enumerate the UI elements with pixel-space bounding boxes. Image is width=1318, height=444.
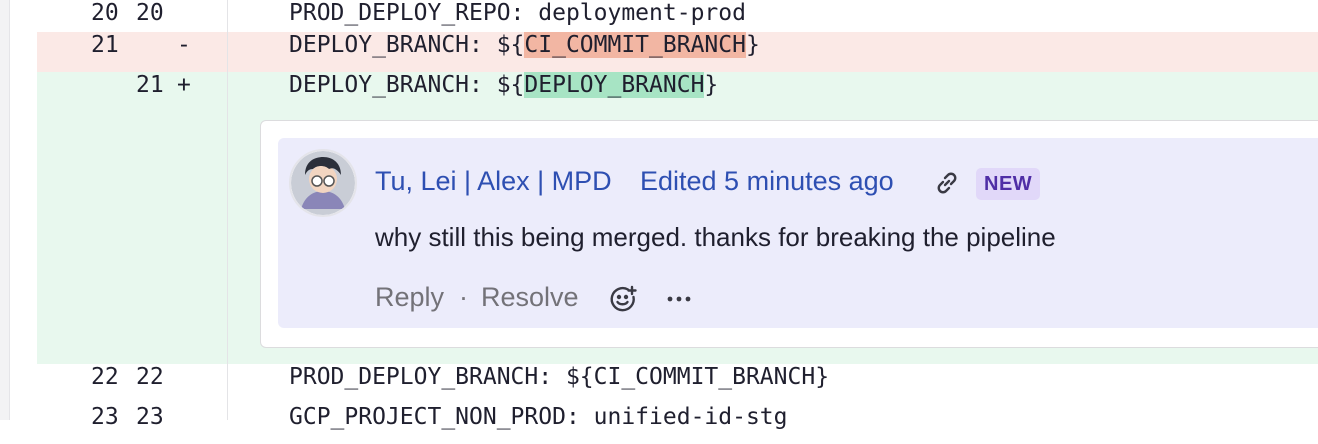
avatar-icon bbox=[291, 151, 355, 215]
added-highlight: DEPLOY_BRANCH bbox=[524, 72, 705, 98]
comment-author-link[interactable]: Tu, Lei | Alex | MPD bbox=[375, 166, 612, 197]
deleted-highlight: CI_COMMIT_BRANCH bbox=[524, 32, 746, 58]
diff-sign: + bbox=[177, 72, 191, 98]
code-text: DEPLOY_BRANCH: ${DEPLOY_BRANCH} bbox=[289, 72, 719, 98]
diff-sign: - bbox=[177, 32, 191, 58]
gutter-edge bbox=[0, 0, 10, 420]
avatar[interactable] bbox=[289, 149, 357, 217]
action-separator: · bbox=[459, 282, 468, 312]
new-line-number[interactable]: 23 bbox=[136, 404, 164, 444]
diff-line: 23 23 GCP_PROJECT_NON_PROD: unified-id-s… bbox=[37, 404, 1318, 444]
more-actions-icon[interactable] bbox=[664, 284, 694, 314]
emoji-icon[interactable] bbox=[608, 284, 638, 314]
link-icon[interactable] bbox=[932, 168, 962, 198]
old-line-number[interactable]: 21 bbox=[91, 32, 119, 72]
code-text: GCP_PROJECT_NON_PROD: unified-id-stg bbox=[289, 404, 788, 430]
diff-line-deleted: 21 - DEPLOY_BRANCH: ${CI_COMMIT_BRANCH} bbox=[37, 32, 1318, 72]
comment-body: why still this being merged. thanks for … bbox=[375, 222, 1056, 252]
new-badge: NEW bbox=[976, 168, 1041, 200]
code-text: DEPLOY_BRANCH: ${CI_COMMIT_BRANCH} bbox=[289, 32, 760, 58]
code-text: PROD_DEPLOY_BRANCH: ${CI_COMMIT_BRANCH} bbox=[289, 364, 830, 390]
edited-timestamp[interactable]: Edited 5 minutes ago bbox=[640, 166, 894, 197]
reply-button[interactable]: Reply bbox=[375, 282, 444, 313]
resolve-button[interactable]: Resolve bbox=[481, 282, 579, 313]
new-line-number[interactable]: 21 bbox=[136, 72, 164, 112]
new-line-number[interactable]: 22 bbox=[136, 364, 164, 404]
diff-line: 22 22 PROD_DEPLOY_BRANCH: ${CI_COMMIT_BR… bbox=[37, 364, 1318, 404]
old-line-number[interactable]: 22 bbox=[91, 364, 119, 404]
gutter-divider bbox=[227, 0, 228, 420]
old-line-number[interactable]: 23 bbox=[91, 404, 119, 444]
